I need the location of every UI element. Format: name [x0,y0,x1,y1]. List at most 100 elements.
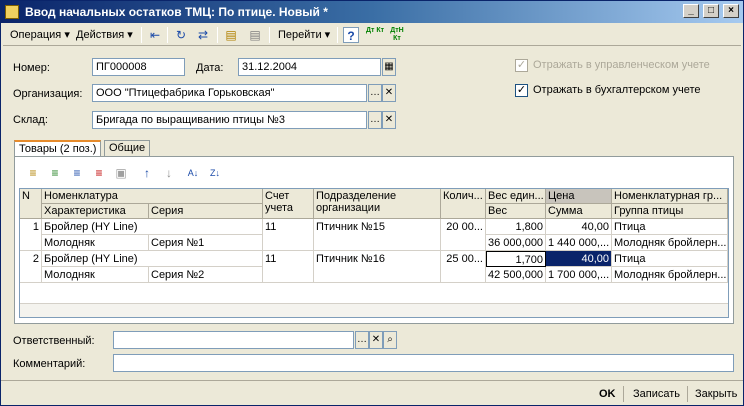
cell-nomenclature[interactable]: Бройлер (HY Line) [42,251,263,267]
mgmt-accounting-checkbox[interactable]: ✓ [515,59,528,72]
cell-unit-weight[interactable]: 1,700 [486,251,546,267]
document-window: Ввод начальных остатков ТМЦ: По птице. Н… [0,0,744,406]
copy-row-icon[interactable]: ≡ [47,165,63,181]
delete-row-icon[interactable]: ≡ [91,165,107,181]
cell-account[interactable]: 11 [263,219,314,251]
select-button[interactable]: … [368,111,382,129]
cell-characteristic[interactable]: Молодняк [42,235,149,251]
minimize-button[interactable]: _ [683,4,699,18]
cell-n[interactable]: 2 [20,251,42,283]
actions-menu[interactable]: Действия ▾ [73,26,136,44]
clear-icon[interactable]: ✕ [382,84,396,102]
number-label: Номер: [13,62,50,74]
mgmt-accounting-label: Отражать в управленческом учете [533,59,710,71]
date-label: Дата: [196,62,224,74]
cell-series[interactable]: Серия №1 [149,235,263,251]
cell-account[interactable]: 11 [263,251,314,283]
cell-unit-weight[interactable]: 1,800 [486,219,546,235]
document-icon [5,5,19,19]
tab-general[interactable]: Общие [104,140,151,157]
swap-icon[interactable]: ⇄ [195,27,211,43]
cell-n[interactable]: 1 [20,219,42,251]
maximize-button[interactable]: □ [703,4,719,18]
col-header-account[interactable]: Счет учета [263,189,314,219]
sort-desc-icon[interactable]: Z↓ [207,165,223,181]
cell-subdivision[interactable]: Птичник №15 [314,219,441,251]
col-header-characteristic[interactable]: Характеристика [42,204,149,219]
number-field[interactable]: ПГ000008 [92,58,185,76]
close-button[interactable]: Закрыть [691,384,741,404]
col-header-unit-weight[interactable]: Вес един... [486,189,546,204]
toolbar-separator [337,27,338,43]
goto-menu[interactable]: Перейти ▾ [275,26,333,44]
comment-field[interactable] [113,354,734,372]
tax-debit-credit-icon[interactable]: ДтН Кт [387,27,407,43]
close-window-button[interactable]: × [723,4,739,18]
horizontal-scrollbar[interactable] [20,303,728,317]
col-header-sum[interactable]: Сумма [546,204,612,219]
col-header-subdivision[interactable]: Подразделение организации [314,189,441,219]
toolbar-separator [141,27,142,43]
save-button[interactable]: Записать [629,384,684,404]
cell-price-selected[interactable]: 40,00 [546,251,612,267]
document-unpost-icon[interactable]: ▤ [247,27,263,43]
cell-price[interactable]: 40,00 [546,219,612,235]
cell-qty[interactable]: 25 00... [441,251,486,283]
warehouse-field[interactable]: Бригада по выращиванию птицы №3 [92,111,367,129]
help-icon[interactable]: ? [343,27,359,43]
bottom-divider [1,380,743,381]
date-field[interactable]: 31.12.2004 [238,58,381,76]
cell-bird-group[interactable]: Молодняк бройлерн... [612,235,728,251]
arrow-left-icon[interactable]: ⇤ [147,27,163,43]
document-post-icon[interactable]: ▤ [223,27,239,43]
col-header-weight[interactable]: Вес [486,204,546,219]
col-header-nomenclature[interactable]: Номенклатура [42,189,263,204]
cell-weight[interactable]: 36 000,000 [486,235,546,251]
button-separator [687,386,688,402]
col-header-price[interactable]: Цена [546,189,612,204]
organization-field[interactable]: ООО "Птицефабрика Горьковская" [92,84,367,102]
toolbar-separator [167,27,168,43]
col-header-series[interactable]: Серия [149,204,263,219]
cell-sum[interactable]: 1 440 000,... [546,235,612,251]
book-accounting-label: Отражать в бухгалтерском учете [533,84,701,96]
clear-icon[interactable]: ✕ [382,111,396,129]
ok-button[interactable]: OK [595,384,620,404]
title-bar[interactable]: Ввод начальных остатков ТМЦ: По птице. Н… [1,1,743,23]
edit-row-icon[interactable]: ≡ [69,165,85,181]
select-button[interactable]: … [355,331,369,349]
debit-credit-icon[interactable]: Дт Кт [365,27,385,43]
end-edit-icon[interactable]: ▣ [113,165,129,181]
cell-nom-group[interactable]: Птица [612,219,728,235]
refresh-icon[interactable]: ↻ [173,27,189,43]
search-icon[interactable]: ⌕ [383,331,397,349]
clear-icon[interactable]: ✕ [369,331,383,349]
book-accounting-checkbox[interactable]: ✓ [515,84,528,97]
calendar-icon[interactable]: ▦ [382,58,396,76]
sort-asc-icon[interactable]: A↓ [185,165,201,181]
add-row-icon[interactable]: ≡ [25,165,41,181]
warehouse-label: Склад: [13,114,48,126]
select-button[interactable]: … [368,84,382,102]
move-down-icon[interactable]: ↓ [161,165,177,181]
move-up-icon[interactable]: ↑ [139,165,155,181]
cell-subdivision[interactable]: Птичник №16 [314,251,441,283]
cell-sum[interactable]: 1 700 000,... [546,267,612,283]
window-title: Ввод начальных остатков ТМЦ: По птице. Н… [25,5,328,19]
responsible-field[interactable] [113,331,354,349]
col-header-n[interactable]: N [20,189,42,219]
operation-menu[interactable]: Операция ▾ [7,26,73,44]
goods-table[interactable]: N Номенклатура Характеристика Серия Счет… [19,188,729,318]
cell-qty[interactable]: 20 00... [441,219,486,251]
col-header-qty[interactable]: Колич... [441,189,486,219]
cell-bird-group[interactable]: Молодняк бройлерн... [612,267,728,283]
cell-weight[interactable]: 42 500,000 [486,267,546,283]
cell-characteristic[interactable]: Молодняк [42,267,149,283]
cell-nom-group[interactable]: Птица [612,251,728,267]
toolbar: Операция ▾ Действия ▾ ⇤ ↻ ⇄ ▤ ▤ Перейти … [3,24,741,46]
col-header-bird-group[interactable]: Группа птицы [612,204,728,219]
cell-series[interactable]: Серия №2 [149,267,263,283]
responsible-label: Ответственный: [13,335,95,347]
cell-nomenclature[interactable]: Бройлер (HY Line) [42,219,263,235]
col-header-nom-group[interactable]: Номенклатурная гр... [612,189,728,204]
